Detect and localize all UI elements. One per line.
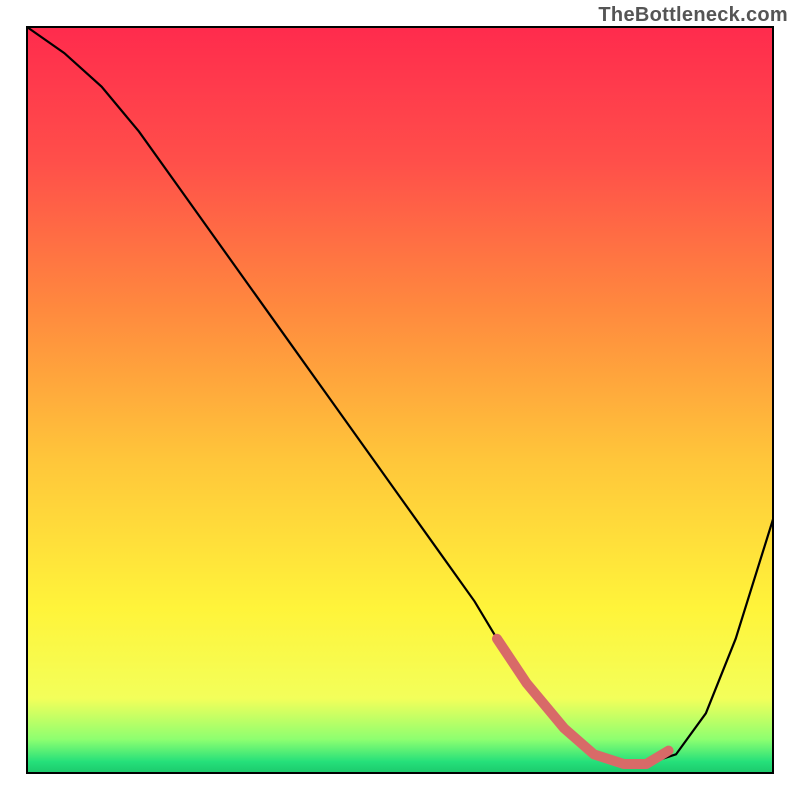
plot-background (27, 27, 773, 773)
chart-svg (0, 0, 800, 800)
bottleneck-chart: TheBottleneck.com (0, 0, 800, 800)
watermark-text: TheBottleneck.com (598, 4, 788, 27)
